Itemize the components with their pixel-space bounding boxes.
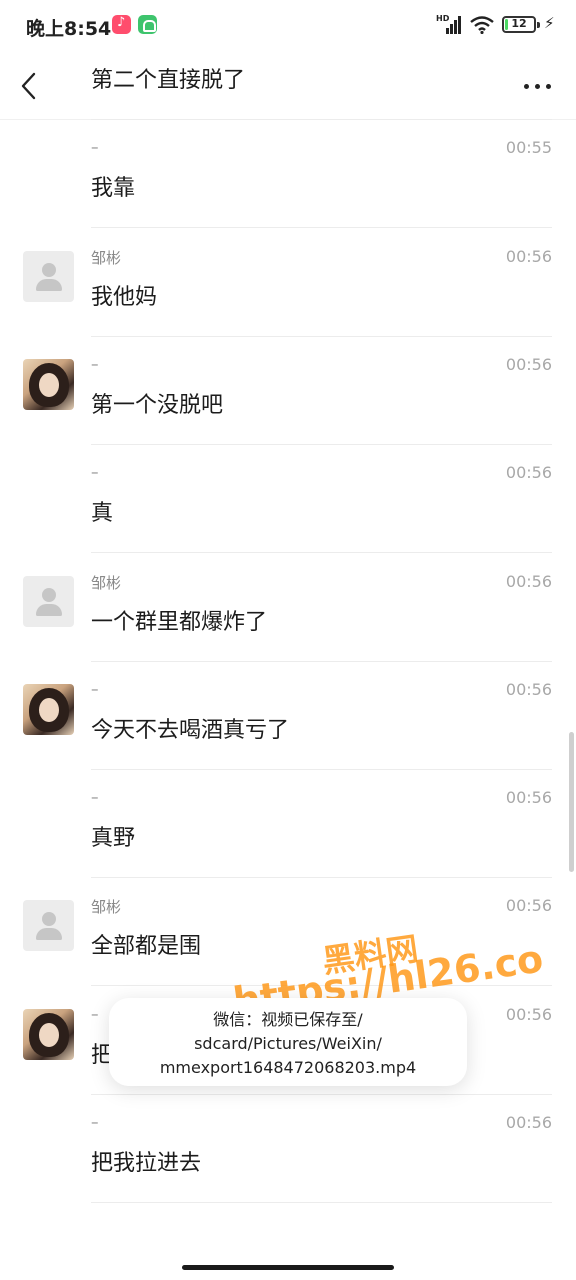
message-sender: – [91, 1113, 99, 1131]
message-item[interactable]: – 00:56 把我拉进去 [0, 1095, 576, 1203]
scrollbar[interactable] [569, 732, 574, 872]
message-time: 00:56 [505, 1004, 552, 1024]
avatar[interactable] [23, 358, 74, 410]
message-time: 00:56 [505, 246, 552, 266]
message-item[interactable]: 邹彬 00:56 我他妈 [0, 229, 576, 337]
message-time: 00:56 [505, 1113, 552, 1132]
message-sender: – [91, 354, 99, 373]
divider [91, 1202, 552, 1203]
message-text: 真 [91, 501, 114, 527]
message-sender: – [91, 463, 99, 482]
avatar[interactable] [23, 1008, 74, 1060]
message-item[interactable]: – 00:56 真野 [0, 770, 576, 879]
message-text: 我靠 [91, 176, 136, 202]
message-text: 把我拉进去 [91, 1151, 202, 1176]
message-time: 00:55 [505, 138, 552, 158]
message-time: 00:56 [505, 679, 552, 699]
avatar[interactable] [23, 575, 74, 627]
avatar[interactable] [23, 250, 74, 302]
message-time: 00:56 [505, 788, 552, 808]
message-time: 00:56 [505, 571, 552, 591]
message-item[interactable]: 第二个直接脱了 [0, 12, 576, 120]
message-sender: – [91, 1004, 99, 1023]
message-text: 今天不去喝酒真亏了 [91, 717, 290, 743]
message-text: 全部都是围 [91, 934, 202, 960]
message-time: 00:56 [505, 463, 552, 483]
message-text: 真野 [91, 826, 136, 852]
message-time: 00:56 [505, 896, 552, 916]
message-item[interactable]: – 00:55 我靠 [0, 120, 576, 229]
message-item[interactable]: 邹彬 00:56 一个群里都爆炸了 [0, 554, 576, 662]
toast-line-1: 微信：视频已保存至/ [213, 1010, 363, 1029]
avatar[interactable] [23, 900, 74, 952]
message-text: 第一个没脱吧 [91, 392, 224, 418]
toast-line-2: sdcard/Pictures/WeiXin/ [194, 1034, 382, 1053]
message-time: 00:56 [505, 354, 552, 374]
message-sender: – [91, 679, 99, 698]
message-sender: 邹彬 [91, 248, 122, 267]
message-sender: 邹彬 [91, 573, 122, 592]
home-indicator[interactable] [182, 1265, 394, 1270]
avatar[interactable] [23, 683, 74, 735]
toast-line-3: mmexport1648472068203.mp4 [159, 1058, 417, 1077]
message-item[interactable]: – 00:56 真 [0, 445, 576, 554]
message-item[interactable]: – 00:56 第一个没脱吧 [0, 337, 576, 445]
message-text: 第二个直接脱了 [91, 68, 246, 93]
message-sender: 邹彬 [91, 898, 122, 917]
message-text: 我他妈 [91, 284, 158, 310]
message-sender: – [91, 138, 99, 157]
save-toast: 微信：视频已保存至/ sdcard/Pictures/WeiXin/ mmexp… [109, 998, 467, 1086]
message-item[interactable]: – 00:56 今天不去喝酒真亏了 [0, 662, 576, 770]
message-sender: – [91, 788, 99, 807]
message-text: 一个群里都爆炸了 [91, 609, 268, 635]
